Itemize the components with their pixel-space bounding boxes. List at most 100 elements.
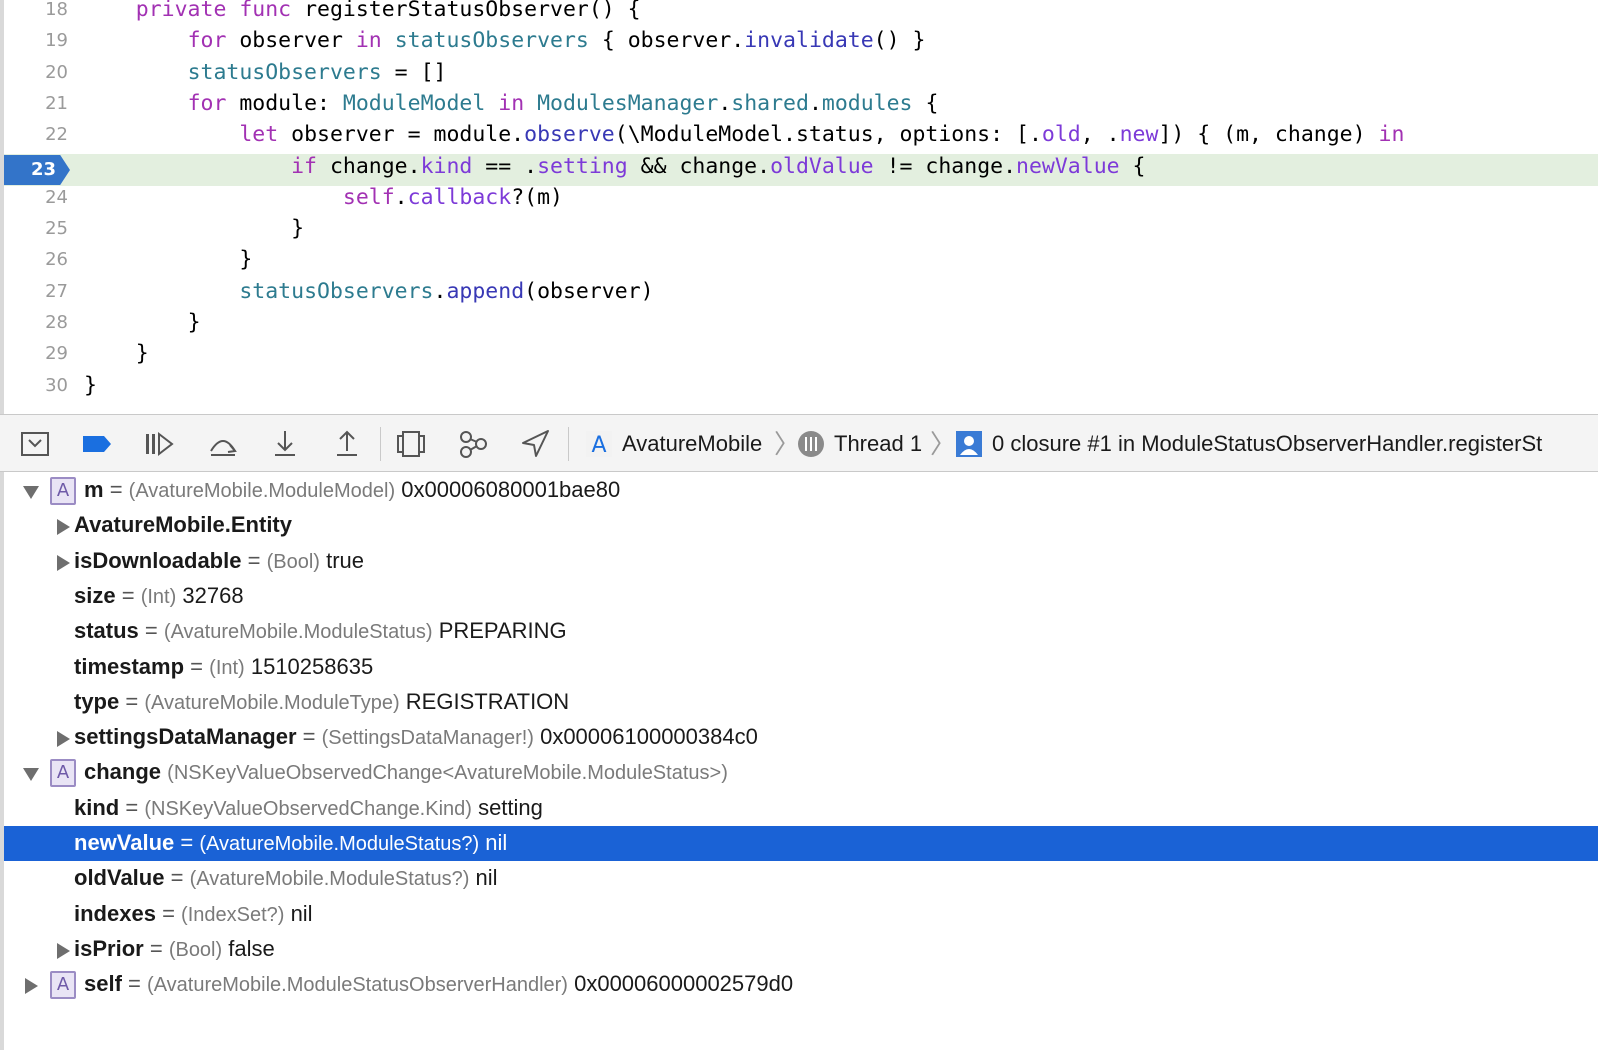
- code-text: for module: ModuleModel in ModulesManage…: [187, 91, 939, 116]
- variable-name: isDownloadable: [74, 548, 242, 573]
- code-line[interactable]: 19 for observer in statusObservers { obs…: [4, 28, 1598, 60]
- continue-icon[interactable]: [142, 427, 176, 461]
- line-number: 30: [45, 375, 68, 396]
- variable-row[interactable]: type = (AvatureMobile.ModuleType) REGIST…: [4, 685, 1598, 720]
- svg-text:A: A: [591, 433, 606, 458]
- variable-type: (AvatureMobile.ModuleStatusObserverHandl…: [147, 974, 568, 996]
- code-line[interactable]: 26 }: [4, 247, 1598, 279]
- variable-name: kind: [74, 795, 120, 820]
- disclosure-collapsed-icon[interactable]: [54, 552, 72, 571]
- disclosure-expanded-icon[interactable]: [22, 763, 40, 781]
- breakpoints-icon[interactable]: [80, 427, 114, 461]
- code-text: }: [291, 216, 305, 241]
- line-number: 27: [45, 281, 68, 302]
- variable-value: 32768: [182, 583, 244, 608]
- variable-row[interactable]: size = (Int) 32768: [4, 579, 1598, 614]
- source-editor[interactable]: 18 private func registerStatusObserver()…: [0, 0, 1598, 414]
- variable-row[interactable]: status = (AvatureMobile.ModuleStatus) PR…: [4, 614, 1598, 649]
- breadcrumb-frame[interactable]: 0 closure #1 in ModuleStatusObserverHand…: [954, 428, 1542, 460]
- code-line[interactable]: 18 private func registerStatusObserver()…: [4, 0, 1598, 29]
- variable-type: (NSKeyValueObservedChange.Kind): [144, 798, 472, 820]
- memory-graph-icon[interactable]: [456, 427, 490, 461]
- simulate-location-icon[interactable]: [518, 427, 552, 461]
- code-line[interactable]: 25 }: [4, 216, 1598, 248]
- disclosure-collapsed-icon[interactable]: [54, 940, 72, 959]
- variable-kind-icon: A: [50, 971, 76, 999]
- hide-debug-area-icon[interactable]: [18, 427, 52, 461]
- code-line[interactable]: 20 statusObservers = []: [4, 60, 1598, 92]
- code-text: self.callback?(m): [342, 185, 563, 210]
- disclosure-collapsed-icon[interactable]: [54, 728, 72, 747]
- code-line[interactable]: 22 let observer = module.observe(\Module…: [4, 122, 1598, 154]
- code-line[interactable]: 28 }: [4, 310, 1598, 342]
- code-line[interactable]: 23 if change.kind == .setting && change.…: [4, 154, 1598, 186]
- breadcrumb-thread[interactable]: Thread 1: [796, 428, 922, 460]
- variable-row[interactable]: kind = (NSKeyValueObservedChange.Kind) s…: [4, 791, 1598, 826]
- equals-sign: =: [144, 618, 158, 643]
- code-line[interactable]: 30}: [4, 373, 1598, 405]
- variable-value: nil: [475, 865, 498, 890]
- variable-type: (AvatureMobile.ModuleModel): [128, 480, 396, 502]
- breakpoint-marker[interactable]: 23: [4, 155, 70, 185]
- variable-type: (NSKeyValueObservedChange<AvatureMobile.…: [167, 762, 728, 784]
- variable-name: AvatureMobile.Entity: [74, 512, 292, 537]
- disclosure-collapsed-icon[interactable]: [22, 975, 40, 994]
- variable-row[interactable]: indexes = (IndexSet?) nil: [4, 897, 1598, 932]
- variable-value: REGISTRATION: [405, 689, 570, 714]
- variable-row[interactable]: AvatureMobile.Entity: [4, 508, 1598, 543]
- breadcrumb-separator-icon: 〉: [930, 429, 957, 459]
- variable-type: (AvatureMobile.ModuleStatus?): [199, 833, 480, 855]
- equals-sign: =: [190, 654, 204, 679]
- variable-row[interactable]: timestamp = (Int) 1510258635: [4, 650, 1598, 685]
- step-over-icon[interactable]: [206, 427, 240, 461]
- variable-type: (SettingsDataManager!): [321, 727, 534, 749]
- step-out-icon[interactable]: [330, 427, 364, 461]
- variable-row[interactable]: newValue = (AvatureMobile.ModuleStatus?)…: [4, 826, 1598, 861]
- breadcrumb-thread-label: Thread 1: [834, 431, 923, 456]
- variable-name: newValue: [74, 830, 175, 855]
- variable-name: oldValue: [74, 865, 165, 890]
- variable-name: m: [84, 477, 104, 502]
- variable-type: (Bool): [266, 551, 320, 573]
- variable-type: (AvatureMobile.ModuleStatus?): [189, 868, 470, 890]
- variable-value: 0x00006080001bae80: [401, 477, 621, 502]
- code-text: }: [135, 341, 149, 366]
- code-text: }: [84, 373, 97, 398]
- variable-row[interactable]: Achange (NSKeyValueObservedChange<Avatur…: [4, 755, 1598, 790]
- variable-value: 0x00006100000384c0: [540, 724, 758, 749]
- line-number: 20: [45, 62, 68, 83]
- variable-type: (AvatureMobile.ModuleType): [144, 692, 400, 714]
- code-text: statusObservers.append(observer): [239, 279, 654, 304]
- code-line[interactable]: 24 self.callback?(m): [4, 185, 1598, 217]
- variable-name: size: [74, 583, 116, 608]
- line-number: 28: [45, 312, 68, 333]
- breadcrumb-app[interactable]: A AvatureMobile: [584, 428, 762, 460]
- variable-row[interactable]: Aself = (AvatureMobile.ModuleStatusObser…: [4, 967, 1598, 1002]
- code-line[interactable]: 27 statusObservers.append(observer): [4, 279, 1598, 311]
- variable-kind-icon: A: [50, 759, 76, 787]
- variables-view[interactable]: Am = (AvatureMobile.ModuleModel) 0x00006…: [0, 472, 1598, 1050]
- variable-type: (Bool): [168, 939, 223, 961]
- variable-row[interactable]: isDownloadable = (Bool) true: [4, 544, 1598, 579]
- view-debugger-icon[interactable]: [394, 427, 428, 461]
- equals-sign: =: [125, 795, 139, 820]
- line-number: 29: [45, 343, 68, 364]
- disclosure-expanded-icon[interactable]: [22, 481, 40, 499]
- step-into-icon[interactable]: [268, 427, 302, 461]
- stack-frame-user-icon: [954, 429, 984, 459]
- variable-type: (IndexSet?): [181, 904, 285, 926]
- disclosure-collapsed-icon[interactable]: [54, 516, 72, 535]
- code-line[interactable]: 29 }: [4, 341, 1598, 373]
- variable-row[interactable]: oldValue = (AvatureMobile.ModuleStatus?)…: [4, 861, 1598, 896]
- variable-row[interactable]: isPrior = (Bool) false: [4, 932, 1598, 967]
- code-line[interactable]: 21 for module: ModuleModel in ModulesMan…: [4, 91, 1598, 123]
- variable-row[interactable]: Am = (AvatureMobile.ModuleModel) 0x00006…: [4, 473, 1598, 508]
- variable-value: nil: [485, 830, 508, 855]
- variable-kind-icon: A: [50, 477, 76, 505]
- variable-row[interactable]: settingsDataManager = (SettingsDataManag…: [4, 720, 1598, 755]
- variable-value: nil: [290, 901, 313, 926]
- code-text: private func registerStatusObserver() {: [135, 0, 641, 22]
- equals-sign: =: [247, 548, 261, 573]
- code-text: if change.kind == .setting && change.old…: [291, 154, 1146, 179]
- variable-name: type: [74, 689, 120, 714]
